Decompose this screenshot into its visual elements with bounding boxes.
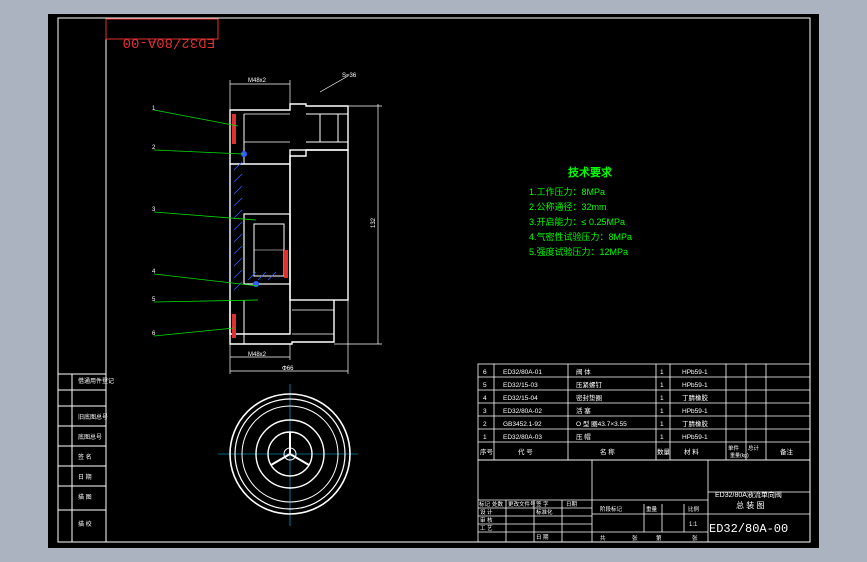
bom-header: 备注 <box>780 447 794 456</box>
drawing-border <box>57 17 811 543</box>
bom-header: 材 料 <box>684 447 699 456</box>
top-view <box>218 384 358 526</box>
side-label: 描 校 <box>78 520 92 528</box>
bom-cell-code: ED32/80A-03 <box>503 434 542 441</box>
tb-scale: 1:1 <box>689 522 698 528</box>
bom-cell-name: 活 塞 <box>576 406 591 415</box>
bom-header: 总计 <box>748 444 760 452</box>
tb-sheet: 共 <box>600 534 606 542</box>
tb-label: 日 期 <box>536 534 549 541</box>
dim-hex: S=36 <box>342 73 357 79</box>
cad-drawing: ED32/80A-00 借通用件登记 旧底图总号 底图总号 签 名 日 期 描 … <box>57 17 811 543</box>
tb-label: 工 艺 <box>480 525 493 532</box>
bom-cell-mat: HPb59-1 <box>682 369 708 376</box>
tech-item: 1.工作压力：8MPa <box>529 186 605 197</box>
bom-cell-name: 压 帽 <box>576 432 591 441</box>
bom-cell-mat: HPb59-1 <box>682 408 708 415</box>
bom-header: 数量 <box>657 447 671 456</box>
tb-label: 处数 <box>492 500 504 508</box>
bom-cell-mat: HPb59-1 <box>682 434 708 441</box>
bom-cell-no: 6 <box>483 369 487 376</box>
bom-cell-no: 4 <box>483 395 487 402</box>
bom-header: 单件 <box>728 444 740 452</box>
bom-cell-qty: 1 <box>660 382 664 389</box>
bom-header: 代 号 <box>518 447 533 456</box>
bom-cell-mat: 丁腈橡胶 <box>682 419 709 428</box>
tech-item: 4.气密性试验压力：8MPa <box>529 231 632 242</box>
bom-cell-mat: 丁腈橡胶 <box>682 393 709 402</box>
tb-label: 标记 <box>479 500 491 508</box>
bom-rows: 6 ED32/80A-01 阀 体 1 HPb59-1 5 ED32/15-03 压紧螺钉 1 H… <box>483 367 709 441</box>
bom-header: 名 称 <box>600 447 615 456</box>
side-label: 旧底图总号 <box>78 413 108 421</box>
bom-cell-name: 压紧螺钉 <box>576 380 603 389</box>
drawing-sheet: ED32/80A-00 借通用件登记 旧底图总号 底图总号 签 名 日 期 描 … <box>48 14 819 548</box>
bom-cell-no: 3 <box>483 408 487 415</box>
tech-title: 技术要求 <box>568 165 613 179</box>
tb-weight: 重量 <box>646 505 658 513</box>
bom-cell-no: 5 <box>483 382 487 389</box>
tb-sheet: 张 <box>692 534 698 542</box>
tech-item: 2.公称通径：32mm <box>529 201 607 212</box>
bom-cell-no: 2 <box>483 421 487 428</box>
tb-label: 审 核 <box>480 516 493 524</box>
tb-label: 设 计 <box>480 508 493 516</box>
side-label: 签 名 <box>78 453 92 461</box>
tb-label: 日期 <box>566 501 578 508</box>
tb-product-name: ED32/80A液流单向阀 <box>715 490 782 499</box>
bom-cell-name: 密封垫圈 <box>576 393 602 402</box>
bom-header: 序号 <box>480 447 494 456</box>
tb-sheet: 张 <box>632 534 638 542</box>
tb-stage: 阶段标记 <box>600 505 623 513</box>
tech-item: 5.强度试验压力：12MPa <box>529 246 628 257</box>
bom-cell-name: O 型 圈43.7×3.55 <box>576 419 627 428</box>
side-label: 描 图 <box>78 493 92 501</box>
bom-cell-qty: 1 <box>660 408 664 415</box>
seal-red-upper <box>232 114 236 144</box>
tb-sheet: 第 <box>656 534 662 542</box>
leader-lines <box>153 109 259 337</box>
bom-cell-name: 阀 体 <box>576 367 591 376</box>
side-label: 底图总号 <box>78 433 102 441</box>
bom-cell-qty: 1 <box>660 421 664 428</box>
bom-cell-code: ED32/80A-02 <box>503 408 542 415</box>
tb-drawing-code: ED32/80A-00 <box>709 522 788 536</box>
leader-label: 1 <box>152 106 156 112</box>
dim-outer-dia: Φ66 <box>282 366 294 372</box>
bom-cell-code: ED32/15-04 <box>503 395 538 402</box>
bom-cell-qty: 1 <box>660 434 664 441</box>
section-view: M48x2 S=36 M48x2 Φ66 132 <box>229 73 382 374</box>
side-label-table: 借通用件登记 旧底图总号 底图总号 签 名 日 期 描 图 描 校 <box>57 373 114 543</box>
tb-ratio: 比例 <box>688 505 700 513</box>
tb-subtitle: 总 装 图 <box>736 500 764 510</box>
bom-cell-code: ED32/80A-01 <box>503 369 542 376</box>
bom-cell-code: ED32/15-03 <box>503 382 538 389</box>
dim-bottom-thread: M48x2 <box>248 352 267 358</box>
tb-label: 标准化 <box>536 508 553 516</box>
bom-cell-code: GB3452.1-92 <box>503 421 542 428</box>
tb-label: 签 字 <box>536 500 549 508</box>
tech-item: 3.开启能力：≤ 0.25MPa <box>529 216 625 227</box>
side-label: 借通用件登记 <box>78 377 114 385</box>
dim-top-thread: M48x2 <box>248 78 267 84</box>
seal-red-lower <box>232 314 236 338</box>
side-label: 日 期 <box>78 473 92 481</box>
bom-cell-mat: HPb59-1 <box>682 382 708 389</box>
mirrored-drawing-number: ED32/80A-00 <box>123 34 215 50</box>
bom-header: 重量(kg) <box>730 452 749 459</box>
bom-cell-qty: 1 <box>660 395 664 402</box>
dim-height: 132 <box>371 217 377 228</box>
tb-label: 更改文件号 <box>508 500 536 508</box>
bom-cell-no: 1 <box>483 434 487 441</box>
seal-red-piston <box>284 250 288 278</box>
bom-cell-qty: 1 <box>660 369 664 376</box>
